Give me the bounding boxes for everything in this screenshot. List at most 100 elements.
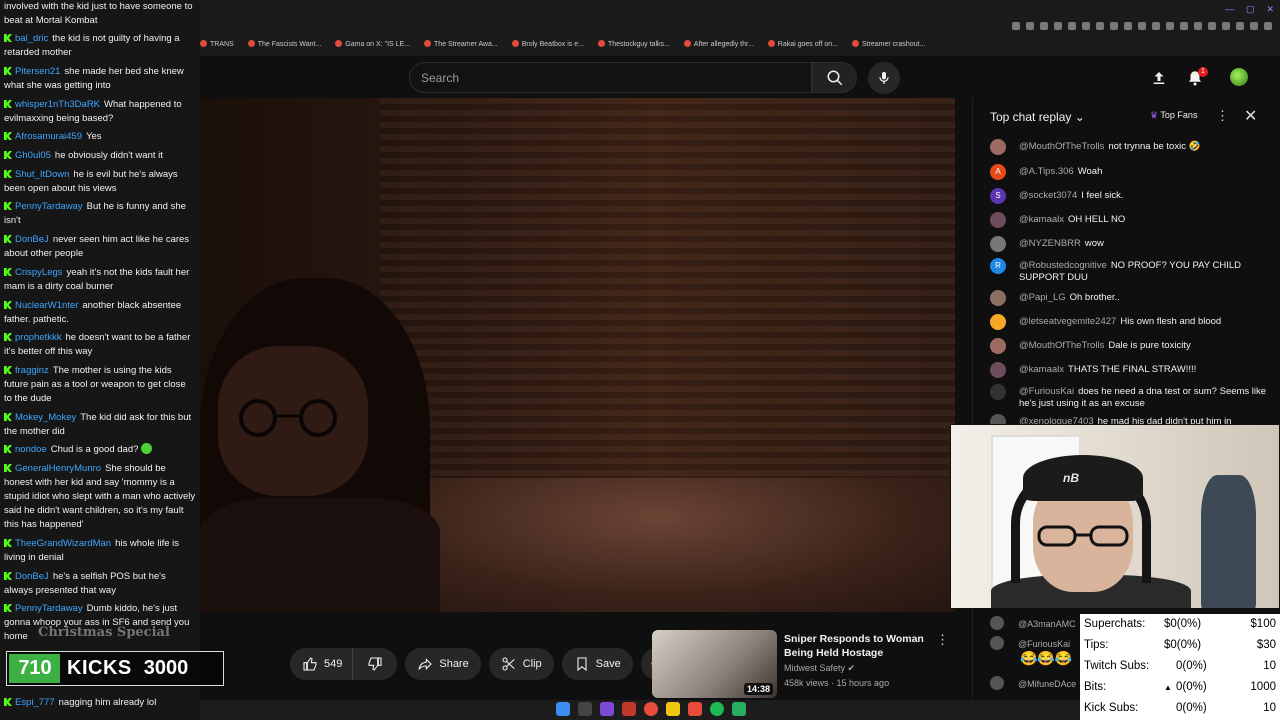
chat-author[interactable]: @MifuneDAce bbox=[1018, 679, 1076, 689]
goal-value: $0(0%) bbox=[1164, 639, 1202, 651]
chat-avatar[interactable] bbox=[990, 676, 1004, 690]
voice-search-button[interactable] bbox=[868, 62, 900, 94]
bookmark-item[interactable]: Gama on X: "IS LE... bbox=[335, 40, 410, 54]
app-icon[interactable] bbox=[622, 702, 636, 716]
windows-start-icon[interactable] bbox=[556, 702, 570, 716]
app-icon[interactable] bbox=[732, 702, 746, 716]
save-button[interactable]: Save bbox=[561, 648, 633, 680]
chat-author[interactable]: @A.Tips.306 bbox=[1019, 166, 1074, 177]
bookmark-label: Gama on X: "IS LE... bbox=[345, 41, 411, 48]
chat-username: Shut_ItDown bbox=[15, 169, 70, 180]
upload-age: 15 hours ago bbox=[836, 678, 890, 688]
chat-avatar[interactable]: R bbox=[990, 258, 1006, 274]
chat-avatar[interactable]: S bbox=[990, 188, 1006, 204]
chat-text: wow bbox=[1084, 238, 1104, 249]
bookmark-item[interactable]: Thestockguy talks... bbox=[597, 40, 670, 54]
chat-author[interactable]: @MouthOfTheTrolls bbox=[1019, 340, 1104, 351]
bookmark-item[interactable]: Streamer crashout... bbox=[851, 40, 926, 54]
extension-icons[interactable] bbox=[1012, 22, 1272, 30]
live-chat-message[interactable]: @kamaalx THATS THE FINAL STRAW!!!! bbox=[990, 362, 1275, 378]
chat-avatar[interactable] bbox=[990, 212, 1006, 228]
bookmark-item[interactable]: Broly Beatbox is e... bbox=[511, 40, 584, 54]
share-button[interactable]: Share bbox=[405, 648, 481, 680]
live-chat-message[interactable]: S @socket3074 I feel sick. bbox=[990, 188, 1275, 204]
goal-label: Superchats: bbox=[1084, 618, 1146, 630]
glasses bbox=[239, 399, 337, 437]
search-icon[interactable] bbox=[578, 702, 592, 716]
bookmark-item[interactable]: Rakai goes off on... bbox=[767, 40, 838, 54]
chat-avatar[interactable] bbox=[990, 314, 1006, 330]
app-icon[interactable] bbox=[688, 702, 702, 716]
chat-avatar[interactable] bbox=[990, 139, 1006, 155]
like-button[interactable]: 549 bbox=[290, 648, 353, 680]
chat-avatar[interactable] bbox=[990, 338, 1006, 354]
chat-author[interactable]: @NYZENBRR bbox=[1019, 238, 1081, 249]
chat-avatar[interactable] bbox=[990, 636, 1004, 650]
upload-button[interactable] bbox=[1147, 66, 1171, 90]
live-chat-message[interactable]: @Papi_LG Oh brother.. bbox=[990, 290, 1275, 306]
chat-avatar[interactable] bbox=[990, 236, 1006, 252]
clip-button[interactable]: Clip bbox=[488, 648, 554, 680]
search-icon bbox=[827, 70, 842, 85]
live-chat-message[interactable]: @A3manAMC bbox=[990, 616, 1076, 630]
search-input[interactable] bbox=[410, 63, 811, 92]
chat-author[interactable]: @Papi_LG bbox=[1019, 292, 1066, 303]
chat-author[interactable]: @letseatvegemite2427 bbox=[1019, 316, 1116, 327]
folder-icon[interactable] bbox=[666, 702, 680, 716]
chat-menu-button[interactable]: ⋮ bbox=[1216, 108, 1229, 124]
dislike-button[interactable] bbox=[352, 648, 398, 680]
top-fans-button[interactable]: ♛ Top Fans bbox=[1150, 110, 1197, 121]
bookmark-icon bbox=[577, 657, 587, 672]
recommended-channel[interactable]: Midwest Safety ✔ bbox=[784, 663, 855, 674]
kick-badge-icon bbox=[4, 604, 12, 612]
chat-author[interactable]: @kamaalx bbox=[1019, 364, 1064, 375]
bookmark-item[interactable]: After allegedly thr... bbox=[683, 40, 754, 54]
live-chat-message[interactable]: @MouthOfTheTrolls Dale is pure toxicity bbox=[990, 338, 1275, 354]
chat-avatar[interactable] bbox=[990, 616, 1004, 630]
window-controls[interactable]: — ▢ ✕ bbox=[1225, 4, 1274, 15]
bookmark-item[interactable]: The Fascists Want... bbox=[247, 40, 321, 54]
chat-text: Woah bbox=[1077, 166, 1103, 177]
recommended-title[interactable]: Sniper Responds to Woman Being Held Host… bbox=[784, 632, 934, 660]
account-avatar[interactable] bbox=[1230, 68, 1248, 86]
couch bbox=[360, 478, 955, 612]
bookmark-label: Streamer crashout... bbox=[861, 41, 926, 48]
chat-author[interactable]: @kamaalx bbox=[1019, 214, 1064, 225]
chat-author[interactable]: @socket3074 bbox=[1019, 190, 1077, 201]
chrome-icon[interactable] bbox=[644, 702, 658, 716]
chat-author[interactable]: @FuriousKai bbox=[1019, 386, 1074, 397]
search-box[interactable] bbox=[409, 62, 812, 93]
close-chat-button[interactable]: ✕ bbox=[1244, 106, 1257, 126]
live-chat-message[interactable]: @NYZENBRR wow bbox=[990, 236, 1275, 252]
notification-badge: 1 bbox=[1198, 67, 1208, 77]
chat-avatar[interactable] bbox=[990, 384, 1006, 400]
bookmark-item[interactable]: The Streamer Awa... bbox=[424, 40, 498, 54]
app-icon[interactable] bbox=[600, 702, 614, 716]
chat-author[interactable]: @A3manAMC bbox=[1018, 619, 1076, 629]
search-button[interactable] bbox=[812, 62, 857, 93]
goal-value: 0(0%) bbox=[1176, 660, 1207, 672]
recommended-menu-button[interactable]: ⋮ bbox=[936, 632, 949, 648]
recommended-video[interactable]: 14:38 Sniper Responds to Woman Being Hel… bbox=[652, 630, 957, 700]
live-chat-message[interactable]: @FuriousKai does he need a dna test or su… bbox=[990, 384, 1275, 410]
chat-mode-dropdown[interactable]: Top chat replay ⌄ bbox=[990, 110, 1085, 124]
recommended-thumbnail[interactable]: 14:38 bbox=[652, 630, 777, 698]
chat-author[interactable]: @FuriousKai bbox=[1018, 639, 1070, 649]
chat-message-body: @MouthOfTheTrolls Dale is pure toxicity bbox=[1019, 340, 1269, 352]
chat-author[interactable]: @MouthOfTheTrolls bbox=[1019, 141, 1104, 152]
live-chat-message[interactable]: @letseatvegemite2427 His own flesh and bl… bbox=[990, 314, 1275, 330]
video-player[interactable] bbox=[200, 98, 955, 612]
chat-text: involved with the kid just to have someo… bbox=[4, 1, 193, 26]
live-chat-message[interactable]: R @Robustedcognitive NO PROOF? YOU PAY CHI… bbox=[990, 258, 1275, 283]
live-chat-message[interactable]: @FuriousKai bbox=[990, 636, 1070, 650]
bookmark-item[interactable]: TRANS bbox=[200, 40, 234, 54]
live-chat-message[interactable]: @kamaalx OH HELL NO bbox=[990, 212, 1275, 228]
chat-avatar[interactable] bbox=[990, 362, 1006, 378]
chat-avatar[interactable]: A bbox=[990, 164, 1006, 180]
live-chat-message[interactable]: @MouthOfTheTrolls not trynna be toxic 🤣 bbox=[990, 139, 1275, 155]
chat-avatar[interactable] bbox=[990, 290, 1006, 306]
chat-author[interactable]: @Robustedcognitive bbox=[1019, 260, 1107, 271]
spotify-icon[interactable] bbox=[710, 702, 724, 716]
live-chat-message[interactable]: A @A.Tips.306 Woah bbox=[990, 164, 1275, 180]
live-chat-message[interactable]: @MifuneDAce bbox=[990, 676, 1076, 690]
